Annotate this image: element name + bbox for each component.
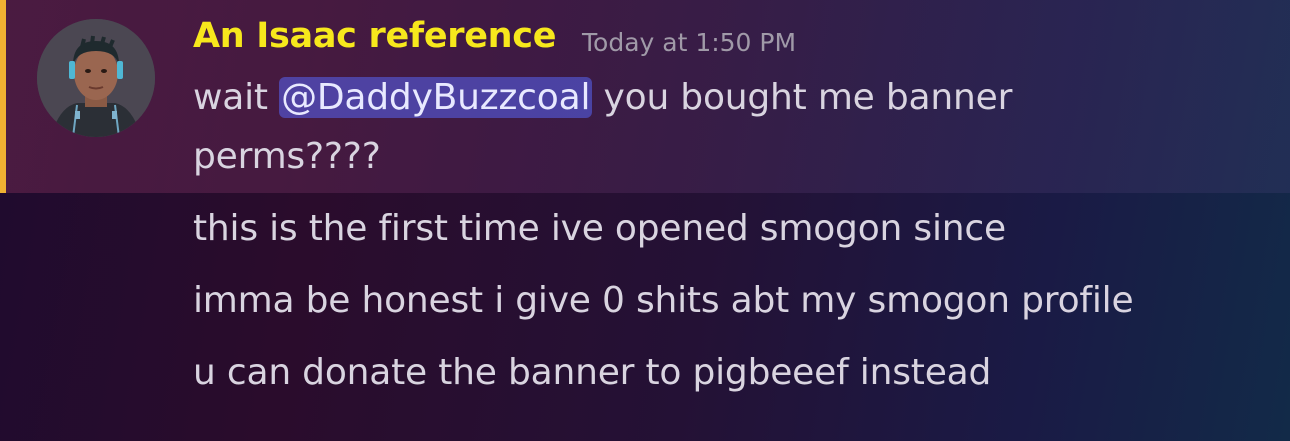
avatar[interactable] [37, 19, 155, 137]
followup-message: u can donate the banner to pigbeeef inst… [193, 352, 992, 393]
message-line-2: perms???? [193, 136, 381, 177]
user-mention[interactable]: @DaddyBuzzcoal [279, 77, 593, 118]
followup-message: imma be honest i give 0 shits abt my smo… [193, 280, 1134, 321]
followup-message: this is the first time ive opened smogon… [193, 208, 1006, 249]
message-line-1: wait @DaddyBuzzcoal you bought me banner [193, 77, 1012, 118]
message-text-suffix: you bought me banner [592, 77, 1013, 118]
message-text-prefix: wait [193, 77, 280, 118]
avatar-image [37, 19, 155, 137]
username[interactable]: An Isaac reference [193, 16, 556, 56]
highlight-bar [0, 0, 6, 193]
timestamp: Today at 1:50 PM [582, 28, 797, 57]
